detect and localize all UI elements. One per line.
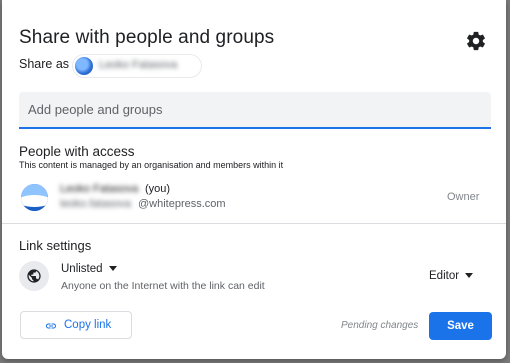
chevron-down-icon (465, 273, 474, 279)
pending-changes-label: Pending changes (341, 320, 419, 331)
link-role-dropdown[interactable]: Editor (429, 270, 474, 282)
link-icon (46, 323, 56, 329)
account-name: Leoko Fatasova (99, 59, 178, 71)
user-name: Leoko Fatasova (60, 183, 139, 195)
save-button[interactable]: Save (429, 312, 492, 340)
user-email-local: leoko.fatasova (60, 198, 131, 210)
avatar (21, 184, 48, 211)
copy-link-button[interactable]: Copy link (20, 311, 132, 339)
link-description: Anyone on the Internet with the link can… (61, 280, 265, 292)
share-dialog: Share with people and groups Share as Le… (2, 0, 506, 359)
dialog-title: Share with people and groups (19, 27, 275, 48)
visibility-value: Unlisted (61, 263, 103, 275)
account-chip[interactable]: Leoko Fatasova (72, 54, 202, 78)
people-with-access-subtitle: This content is managed by an organisati… (19, 160, 284, 170)
user-email-domain: @whitepress.com (138, 198, 226, 210)
globe-icon (19, 261, 49, 291)
share-as-label: Share as (19, 57, 70, 71)
chevron-down-icon (108, 266, 117, 272)
avatar (75, 57, 93, 75)
copy-link-label: Copy link (64, 319, 112, 331)
add-people-input[interactable] (19, 92, 491, 129)
link-role-value: Editor (429, 270, 460, 282)
link-settings-title: Link settings (19, 238, 92, 253)
section-divider (2, 223, 506, 224)
settings-gear-icon[interactable] (465, 30, 487, 52)
you-label: (you) (145, 183, 171, 195)
visibility-dropdown[interactable]: Unlisted (61, 263, 117, 275)
owner-role-label: Owner (447, 191, 480, 203)
people-with-access-title: People with access (19, 144, 135, 159)
